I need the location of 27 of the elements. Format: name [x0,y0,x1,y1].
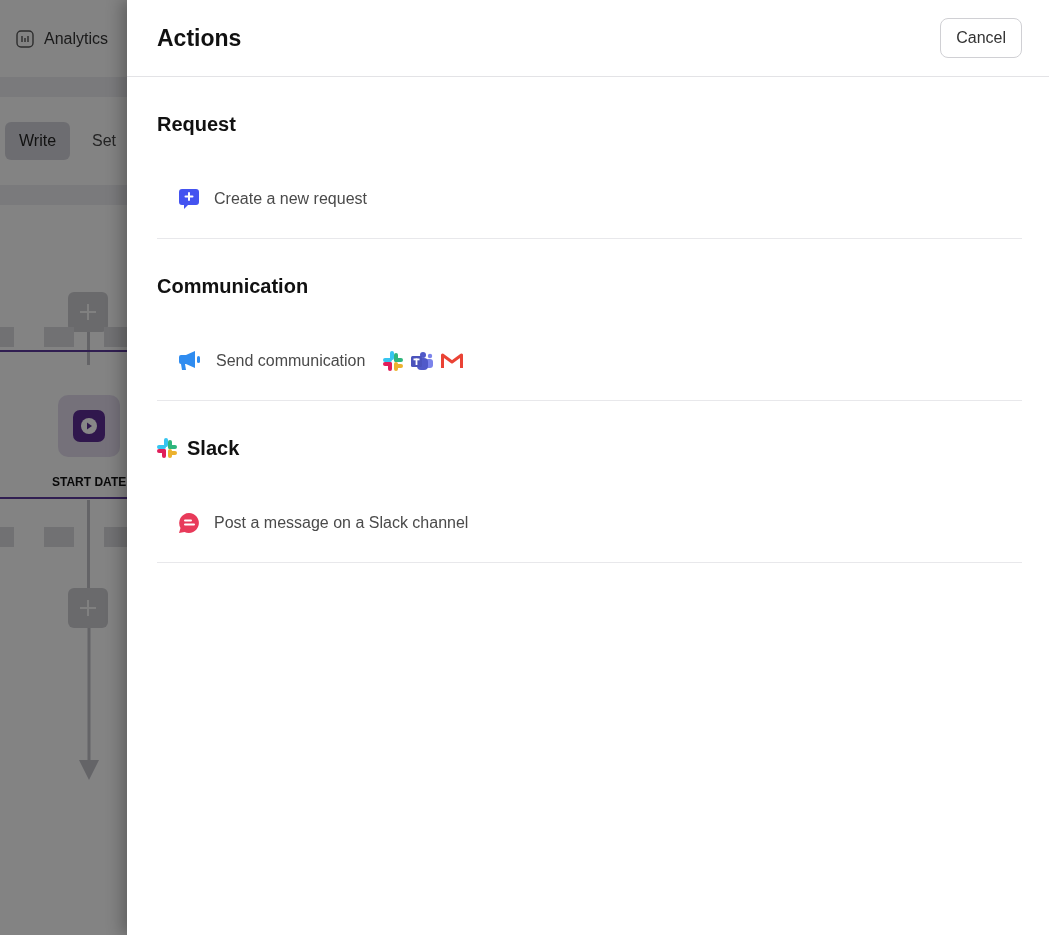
action-item[interactable]: Send communication [216,352,366,370]
placeholder-block [104,327,127,347]
section-title: Communication [157,274,309,298]
slack-logo-icon [383,351,404,371]
action-item[interactable]: Create a new request [214,190,367,208]
action-item[interactable]: Post a message on a Slack channel [214,514,469,532]
tab[interactable]: Write [5,122,71,160]
placeholder-block [104,527,127,547]
section-title: Request [157,112,236,136]
add-step-button[interactable] [68,292,108,332]
slack-logo-icon [157,438,177,458]
megaphone-icon [178,350,202,372]
nav-link[interactable]: Analytics [44,29,109,48]
chart-icon [16,29,34,48]
add-step-button[interactable] [68,588,108,628]
node-label: START DATE [52,475,127,489]
section-title: Slack [187,436,240,460]
play-icon [73,410,105,442]
tab[interactable]: Set [78,122,127,160]
start-node[interactable] [58,395,120,457]
mail-logo-icon [441,353,464,369]
chat-plus-icon [178,188,200,210]
chat-bubble-icon [178,512,200,534]
placeholder-block [44,327,74,347]
panel-title: Actions [157,24,242,52]
cancel-button[interactable]: Cancel [940,18,1022,58]
teams-logo-icon [411,351,434,371]
